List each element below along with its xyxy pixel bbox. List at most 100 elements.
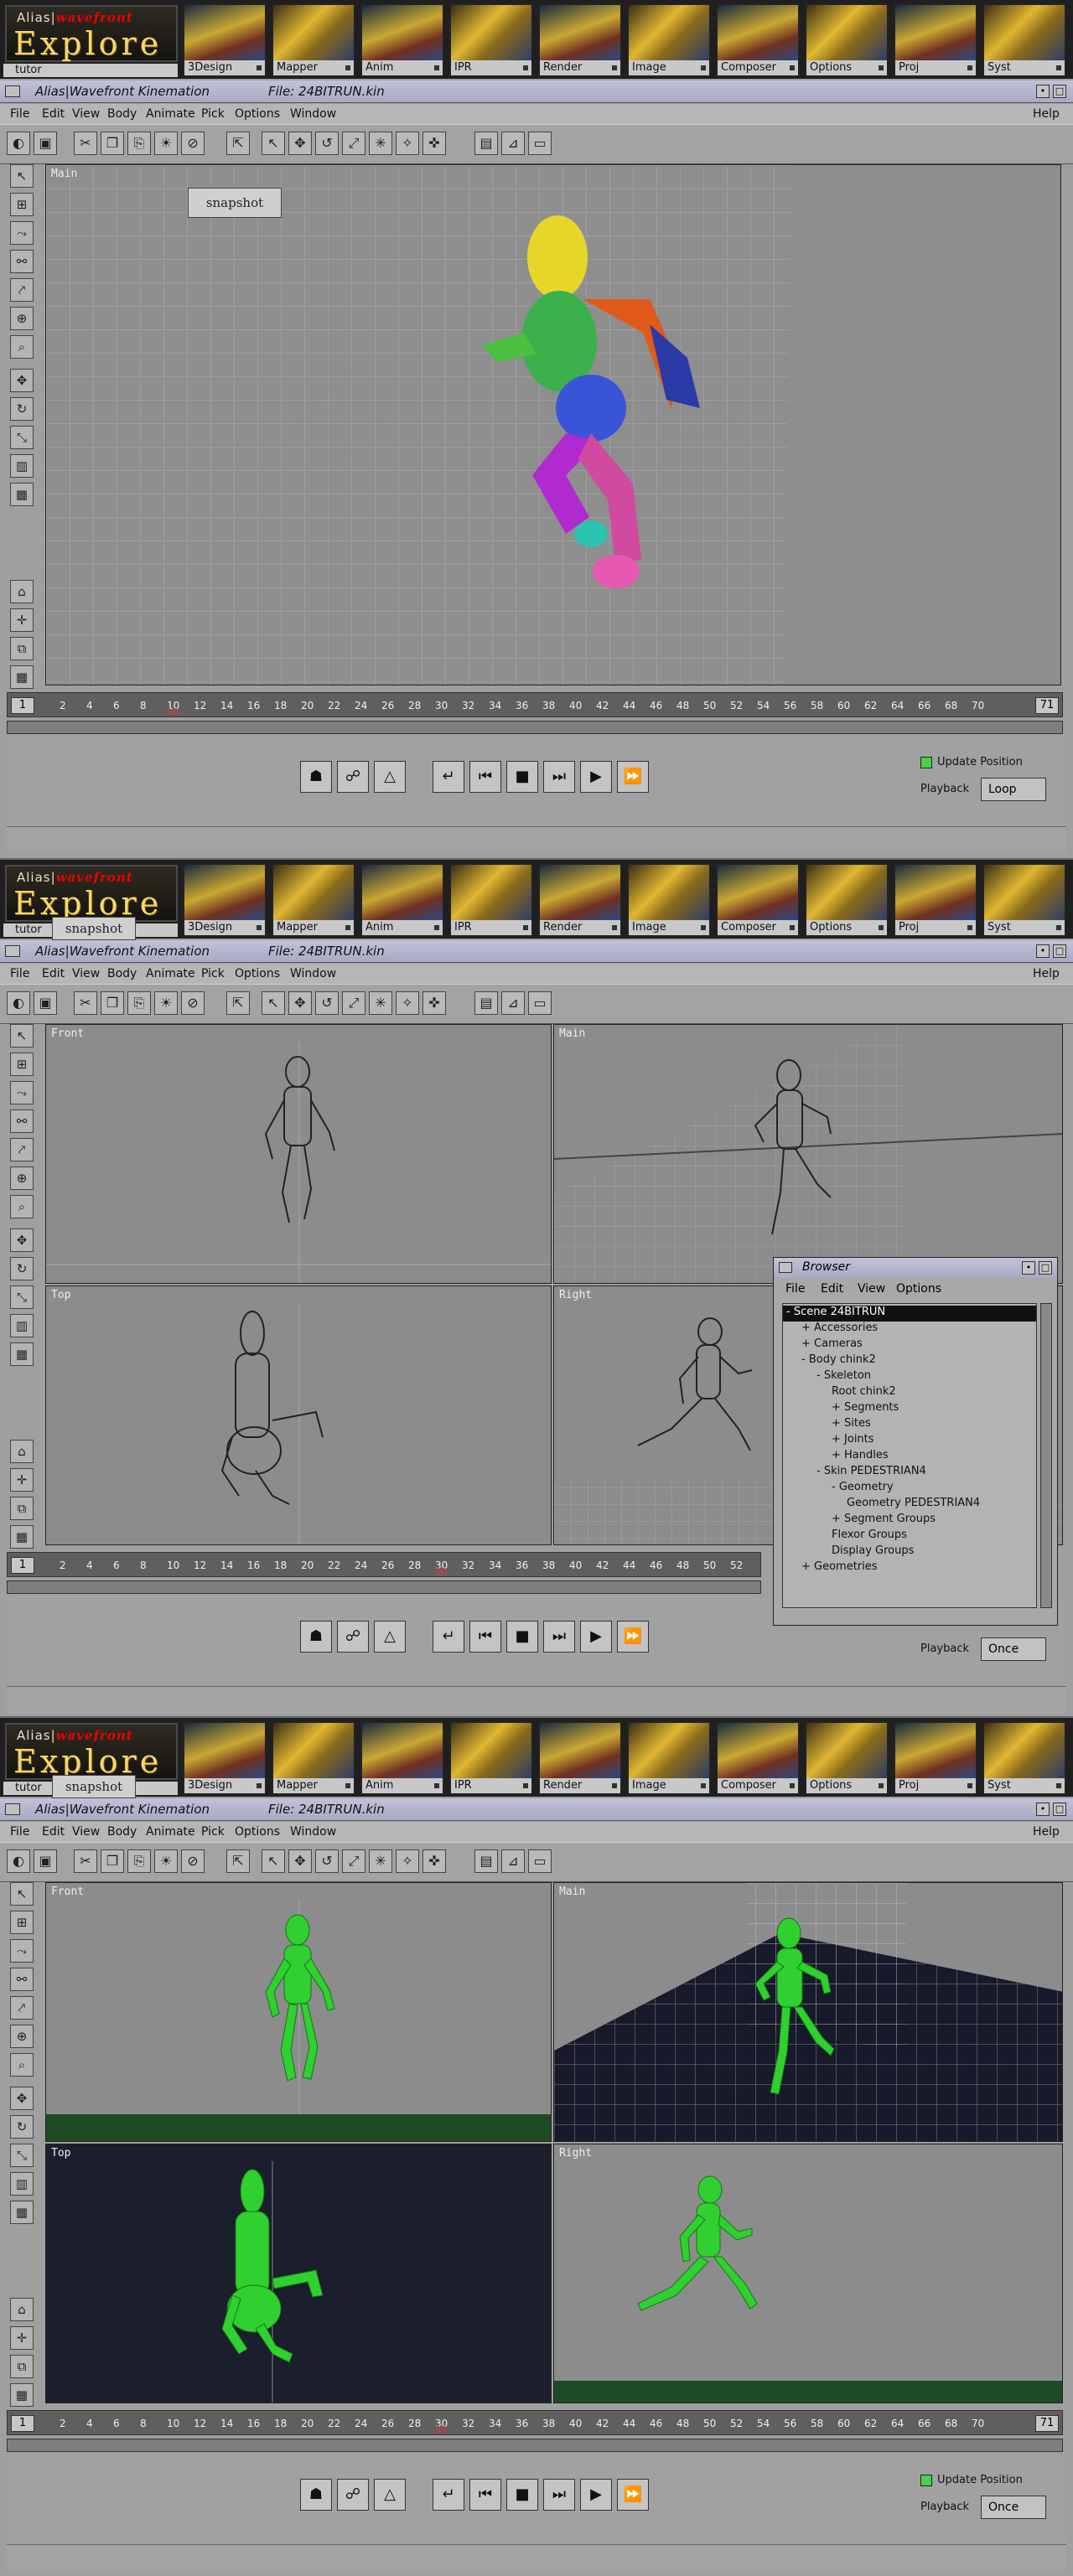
tree-item[interactable]: + Joints: [783, 1433, 1036, 1449]
module-image[interactable]: Image: [627, 863, 711, 937]
triangle-icon[interactable]: △: [374, 1621, 406, 1653]
timeline-start[interactable]: 1: [11, 697, 34, 714]
menu-edit[interactable]: Edit: [42, 1825, 65, 1839]
module-3design[interactable]: 3Design: [183, 1721, 267, 1795]
pick-ik-icon[interactable]: ✜: [422, 991, 446, 1015]
rewind-icon[interactable]: ⏮: [469, 761, 501, 793]
open-icon[interactable]: ◐: [7, 1849, 30, 1873]
pick-move-icon[interactable]: ✥: [288, 132, 312, 155]
move-tool-icon[interactable]: ✥: [10, 369, 34, 392]
pick-arrow-icon[interactable]: ↖: [262, 991, 285, 1015]
play-icon[interactable]: ▶: [580, 2479, 612, 2511]
pick-arrow-icon[interactable]: ↖: [262, 132, 285, 155]
play-icon[interactable]: ▶: [580, 761, 612, 793]
maximize-icon[interactable]: □: [1053, 85, 1066, 98]
pick-handle-icon[interactable]: ✧: [396, 1849, 419, 1873]
graph-icon[interactable]: ⊿: [501, 991, 525, 1015]
module-anim[interactable]: Anim: [360, 1721, 444, 1795]
play-icon[interactable]: ▶: [580, 1621, 612, 1653]
menu-body[interactable]: Body: [107, 967, 137, 980]
timeline-scrollbar[interactable]: [7, 1580, 761, 1594]
pick-joint-icon[interactable]: ✳: [369, 132, 392, 155]
ik-tool-icon[interactable]: ⤤: [10, 278, 34, 302]
step-icon[interactable]: ⏭: [543, 761, 575, 793]
paste-icon[interactable]: ⎘: [127, 132, 151, 155]
tree-item[interactable]: + Accessories: [783, 1322, 1036, 1337]
track-icon[interactable]: ✛: [10, 1468, 34, 1492]
menu-animate[interactable]: Animate: [146, 107, 195, 121]
pick-rotate-icon[interactable]: ↺: [315, 1849, 339, 1873]
menu-view[interactable]: View: [72, 967, 100, 980]
quad-view-icon[interactable]: ▦: [10, 1525, 34, 1549]
viewport-right[interactable]: Right: [553, 2144, 1063, 2403]
module-proj[interactable]: Proj: [894, 3, 977, 77]
module-render[interactable]: Render: [538, 3, 622, 77]
menu-help[interactable]: Help: [1033, 967, 1060, 980]
timeline-start[interactable]: 1: [11, 1557, 34, 1574]
update-position-toggle[interactable]: Update Position: [920, 2474, 1023, 2486]
pick-move-icon[interactable]: ✥: [288, 1849, 312, 1873]
menu-window[interactable]: Window: [290, 107, 336, 121]
timeline-scrollbar[interactable]: [7, 721, 1063, 734]
rewind-icon[interactable]: ⏮: [469, 2479, 501, 2511]
pose-icon[interactable]: ☍: [337, 761, 369, 793]
bone-tool-icon[interactable]: ⤳: [10, 1081, 34, 1104]
screen-icon[interactable]: ▭: [528, 1849, 552, 1873]
bone-tool-icon[interactable]: ⤳: [10, 221, 34, 245]
menu-options[interactable]: Options: [235, 107, 280, 121]
menu-edit[interactable]: Edit: [42, 107, 65, 121]
module-mapper[interactable]: Mapper: [272, 863, 355, 937]
menu-window[interactable]: Window: [290, 967, 336, 980]
timeline-scrollbar[interactable]: [7, 2439, 1063, 2452]
cancel-icon[interactable]: ⊘: [181, 1849, 205, 1873]
channel-tool-icon[interactable]: ▥: [10, 2172, 34, 2196]
browser-scrollbar[interactable]: [1040, 1303, 1052, 1608]
tree-item[interactable]: + Handles: [783, 1449, 1036, 1465]
menu-help[interactable]: Help: [1033, 1825, 1060, 1839]
tree-item[interactable]: + Cameras: [783, 1337, 1036, 1353]
browser-menu-options[interactable]: Options: [896, 1282, 941, 1296]
screen-icon[interactable]: ▭: [528, 991, 552, 1015]
fast-forward-icon[interactable]: ⏩: [617, 761, 649, 793]
copy-icon[interactable]: ❐: [101, 1849, 124, 1873]
timeline[interactable]: 1 2 4 6 8 10 12 14 16 18 20 22 24 26 28 …: [7, 1552, 761, 1577]
menu-file[interactable]: File: [10, 967, 29, 980]
chain-tool-icon[interactable]: ⚯: [10, 1110, 34, 1133]
module-composer[interactable]: Composer: [716, 863, 800, 937]
pick-rotate-icon[interactable]: ↺: [315, 991, 339, 1015]
module-render[interactable]: Render: [538, 1721, 622, 1795]
tree-item[interactable]: - Geometry: [783, 1481, 1036, 1497]
chain-tool-icon[interactable]: ⚯: [10, 1968, 34, 1991]
module-ipr[interactable]: IPR: [449, 863, 533, 937]
browser-menu-edit[interactable]: Edit: [821, 1282, 843, 1296]
open-icon[interactable]: ◐: [7, 991, 30, 1015]
ik-tool-icon[interactable]: ⤤: [10, 1138, 34, 1161]
menu-pick[interactable]: Pick: [201, 967, 225, 980]
layout-tool-icon[interactable]: ▦: [10, 483, 34, 506]
cut-icon[interactable]: ✂: [74, 1849, 97, 1873]
pick-joint-icon[interactable]: ✳: [369, 991, 392, 1015]
copy-icon[interactable]: ❐: [101, 991, 124, 1015]
minimize-icon[interactable]: •: [1036, 944, 1050, 958]
minimize-icon[interactable]: •: [1022, 1261, 1035, 1275]
chain-tool-icon[interactable]: ⚯: [10, 250, 34, 273]
scale-tool-icon[interactable]: ⤡: [10, 426, 34, 449]
fast-forward-icon[interactable]: ⏩: [617, 1621, 649, 1653]
pose-icon[interactable]: ☍: [337, 1621, 369, 1653]
timeline[interactable]: 1 2 4 6 8 10 12 14 16 18 20 22 24 26 28 …: [7, 2410, 1063, 2435]
pick-joint-icon[interactable]: ✳: [369, 1849, 392, 1873]
channel-tool-icon[interactable]: ▥: [10, 454, 34, 478]
locator-tool-icon[interactable]: ⊕: [10, 2025, 34, 2048]
menu-view[interactable]: View: [72, 107, 100, 121]
module-syst[interactable]: Syst: [982, 1721, 1066, 1795]
browser-titlebar[interactable]: Browser • □: [774, 1258, 1057, 1278]
move-tool-icon[interactable]: ✥: [10, 1229, 34, 1252]
tree-item[interactable]: + Geometries: [783, 1560, 1036, 1576]
module-image[interactable]: Image: [627, 1721, 711, 1795]
bulb-icon[interactable]: ☀: [154, 991, 178, 1015]
triangle-icon[interactable]: △: [374, 2479, 406, 2511]
menu-body[interactable]: Body: [107, 1825, 137, 1839]
module-proj[interactable]: Proj: [894, 1721, 977, 1795]
home-icon[interactable]: ⌂: [10, 2298, 34, 2321]
select-icon[interactable]: ⇱: [226, 991, 250, 1015]
